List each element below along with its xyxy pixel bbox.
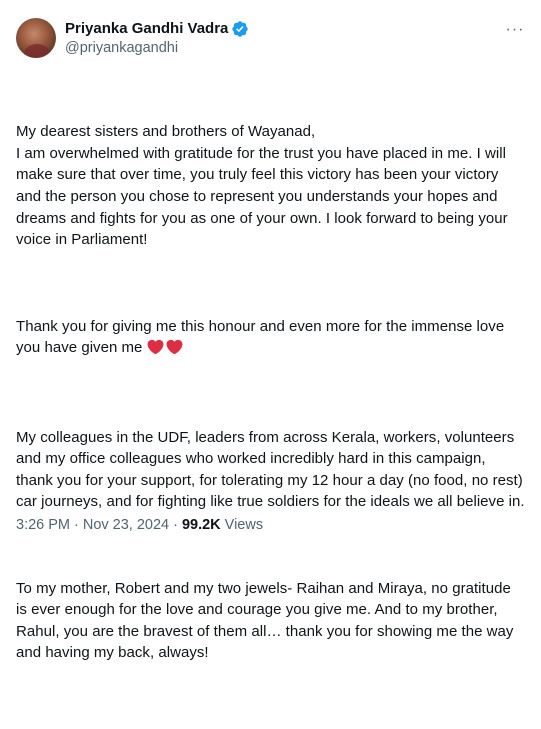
tweet-paragraph: My colleagues in the UDF, leaders from a… (16, 428, 527, 511)
tweet-meta: 3:26 PM · Nov 23, 2024 · 99.2K Views (16, 516, 263, 535)
more-horizontal-icon[interactable]: ··· (505, 20, 525, 40)
tweet-text: My dearest sisters and brothers of Wayan… (16, 78, 525, 729)
author-block: Priyanka Gandhi Vadra @priyankagandhi (65, 19, 249, 58)
tweet-paragraph-text: Thank you for giving me this honour and … (16, 317, 509, 357)
tweet-header: Priyanka Gandhi Vadra @priyankagandhi (16, 14, 525, 62)
meta-separator: · (173, 517, 178, 533)
views-count: 99.2K (181, 517, 221, 533)
red-heart-icon (147, 339, 164, 355)
meta-separator: · (74, 517, 79, 533)
tweet-paragraph: My dearest sisters and brothers of Wayan… (16, 123, 508, 249)
avatar[interactable] (16, 18, 56, 58)
emoji-group (147, 339, 185, 362)
verified-badge-icon[interactable] (231, 20, 249, 38)
tweet: Priyanka Gandhi Vadra @priyankagandhi ··… (0, 0, 541, 661)
name-row: Priyanka Gandhi Vadra (65, 19, 249, 39)
tweet-paragraph: To my mother, Robert and my two jewels- … (16, 579, 518, 662)
author-display-name[interactable]: Priyanka Gandhi Vadra (65, 19, 228, 39)
post-date[interactable]: Nov 23, 2024 (83, 516, 169, 535)
author-handle[interactable]: @priyankagandhi (65, 39, 249, 58)
post-time[interactable]: 3:26 PM (16, 516, 70, 535)
red-heart-icon (166, 339, 183, 355)
views-label: Views (224, 517, 264, 533)
tweet-paragraph: Thank you for giving me this honour and … (16, 316, 525, 362)
